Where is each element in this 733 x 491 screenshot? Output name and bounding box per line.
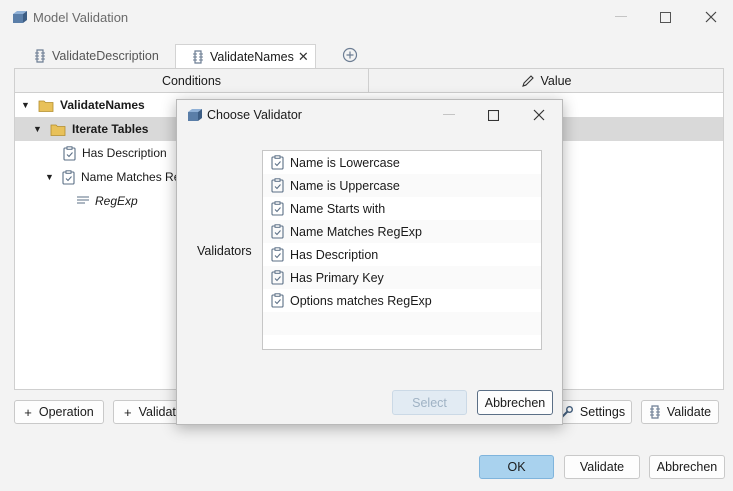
conditions-column-header[interactable]: Conditions xyxy=(15,69,369,92)
list-item[interactable]: Has Primary Key xyxy=(263,266,541,289)
list-item-label: Name Matches RegExp xyxy=(290,224,423,239)
folder-icon xyxy=(38,99,54,112)
script-icon xyxy=(192,49,204,64)
script-icon xyxy=(34,49,46,63)
plus-icon: + xyxy=(124,404,132,420)
clipboard-check-icon xyxy=(271,224,284,239)
tab-validate-description[interactable]: ValidateDescription xyxy=(34,44,159,68)
list-item-label: Options matches RegExp xyxy=(290,293,432,308)
dialog-maximize-button[interactable] xyxy=(480,104,506,126)
list-item[interactable]: Options matches RegExp xyxy=(263,289,541,312)
tab-label: ValidateDescription xyxy=(52,49,159,63)
clipboard-check-icon xyxy=(271,155,284,170)
add-tab-icon[interactable] xyxy=(342,47,358,63)
pencil-icon xyxy=(521,74,540,88)
list-item-label: Has Description xyxy=(290,247,379,262)
grid-header: Conditions Value xyxy=(15,69,723,93)
expander-icon[interactable]: ▼ xyxy=(33,124,45,134)
dialog-close-button[interactable] xyxy=(526,104,552,126)
validators-label: Validators xyxy=(197,244,252,258)
text-lines-icon xyxy=(77,196,89,206)
tree-row-label: RegExp xyxy=(95,194,138,208)
add-validator-label: Validat xyxy=(138,405,176,419)
value-column-label: Value xyxy=(540,73,572,88)
list-item-label: Name is Lowercase xyxy=(290,155,400,170)
tree-row-label: ValidateNames xyxy=(60,98,145,112)
list-item[interactable]: Has Description xyxy=(263,243,541,266)
settings-button[interactable]: Settings xyxy=(553,400,632,424)
folder-icon xyxy=(50,123,66,136)
list-item[interactable]: Name Starts with xyxy=(263,197,541,220)
add-operation-label: Operation xyxy=(38,405,94,419)
window-title: Model Validation xyxy=(33,10,129,25)
tab-validate-names[interactable]: ValidateNames ✕ xyxy=(175,44,316,68)
tab-close-icon[interactable]: ✕ xyxy=(298,49,309,65)
dialog-title: Choose Validator xyxy=(207,108,302,122)
add-operation-button[interactable]: + Operation xyxy=(14,400,104,424)
list-item-empty xyxy=(263,312,541,335)
minimize-button[interactable] xyxy=(607,6,635,28)
choose-validator-dialog: Choose Validator Validators Name is Lowe… xyxy=(176,99,563,425)
list-item-label: Name Starts with xyxy=(290,201,386,216)
list-item-label: Has Primary Key xyxy=(290,270,384,285)
select-button[interactable]: Select xyxy=(392,390,467,415)
clipboard-check-icon xyxy=(62,169,75,185)
dialog-cancel-button[interactable]: Abbrechen xyxy=(477,390,553,415)
expander-icon[interactable]: ▼ xyxy=(21,100,33,110)
list-item[interactable]: Name is Uppercase xyxy=(263,174,541,197)
maximize-button[interactable] xyxy=(651,6,679,28)
tree-row-label: Name Matches Re xyxy=(81,170,181,184)
list-item-label: Name is Uppercase xyxy=(290,178,400,193)
clipboard-check-icon xyxy=(271,293,284,308)
tabs-bar: ValidateDescription ValidateNames ✕ xyxy=(14,44,724,68)
clipboard-check-icon xyxy=(271,247,284,262)
ok-button[interactable]: OK xyxy=(479,455,554,479)
tab-label: ValidateNames xyxy=(210,49,294,64)
validate-button[interactable]: Validate xyxy=(564,455,640,479)
script-icon xyxy=(649,405,667,419)
list-item[interactable]: Name is Lowercase xyxy=(263,151,541,174)
validate-tool-label: Validate xyxy=(666,405,712,419)
close-button[interactable] xyxy=(697,6,725,28)
clipboard-check-icon xyxy=(271,270,284,285)
tree-row-label: Iterate Tables xyxy=(72,122,149,136)
clipboard-check-icon xyxy=(271,178,284,193)
clipboard-check-icon xyxy=(271,201,284,216)
validators-list[interactable]: Name is Lowercase Name is Uppercase Name… xyxy=(262,150,542,350)
tree-row-label: Has Description xyxy=(82,146,167,160)
validate-tool-button[interactable]: Validate xyxy=(641,400,719,424)
settings-label: Settings xyxy=(579,405,626,419)
cancel-button[interactable]: Abbrechen xyxy=(649,455,725,479)
plus-icon: + xyxy=(24,404,32,420)
expander-icon[interactable]: ▼ xyxy=(45,172,57,182)
list-item[interactable]: Name Matches RegExp xyxy=(263,220,541,243)
app-cube-icon xyxy=(186,107,202,123)
value-column-header[interactable]: Value xyxy=(370,69,723,92)
clipboard-check-icon xyxy=(63,145,76,161)
title-bar: Model Validation xyxy=(0,0,733,36)
dialog-minimize-button[interactable] xyxy=(436,104,462,126)
app-cube-icon xyxy=(11,9,27,25)
